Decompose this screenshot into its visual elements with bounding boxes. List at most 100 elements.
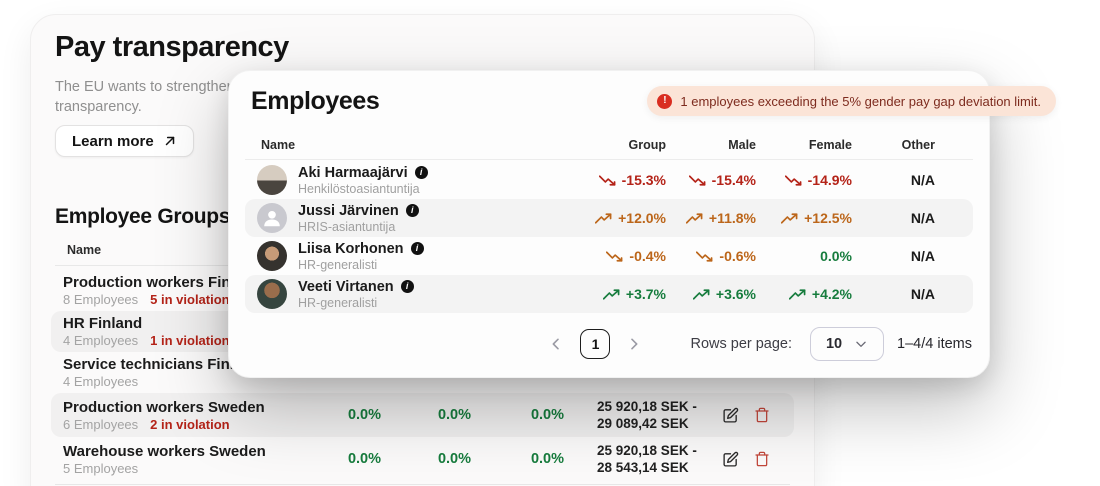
rows-per-page-select[interactable]: 10 [810, 327, 885, 361]
trending-down-icon [606, 250, 623, 262]
avatar [257, 165, 287, 195]
person-silhouette-icon [264, 210, 280, 227]
gap-group: +12.0% [595, 210, 666, 226]
trending-down-icon [598, 174, 616, 186]
group-employee-count: 5 Employees [63, 460, 139, 476]
avatar [257, 279, 287, 309]
employee-role: Henkilöstoasiantuntija [298, 181, 420, 196]
employee-row-veeti-virtanen[interactable]: Veeti Virtanen HR-generalisti +3.7% +3.6… [245, 275, 973, 313]
trending-up-icon [595, 212, 612, 224]
items-count: 1–4/4 items [897, 336, 972, 352]
learn-more-button[interactable]: Learn more [55, 125, 194, 157]
column-group: Group [628, 138, 667, 152]
group-name: Warehouse workers Sweden [63, 442, 266, 460]
group-employee-count: 6 Employees [63, 416, 139, 432]
gap-female: 0.0% [820, 248, 852, 264]
group-salary-range: 25 920,18 SEK - 29 089,42 SEK [597, 399, 697, 431]
column-male: Male [728, 138, 756, 152]
edit-icon[interactable] [722, 451, 739, 468]
divider [245, 159, 973, 160]
exclamation-circle-icon [657, 93, 673, 109]
info-icon[interactable] [414, 166, 428, 179]
employee-name: Veeti Virtanen [298, 278, 394, 295]
trending-up-icon [781, 212, 798, 224]
employee-row-liisa-korhonen[interactable]: Liisa Korhonen HR-generalisti -0.4% -0.6… [245, 237, 973, 275]
next-page-button[interactable] [622, 332, 646, 356]
pay-gap-alert-badge: 1 employees exceeding the 5% gender pay … [647, 86, 1056, 116]
pagination: 1 Rows per page: 10 1–4/4 items [229, 325, 972, 363]
group-gap-value: 0.0% [437, 451, 471, 467]
employee-name: Liisa Korhonen [298, 240, 404, 257]
arrow-up-right-icon [165, 136, 174, 146]
trending-down-icon [696, 250, 713, 262]
group-salary-range: 25 920,18 SEK - 28 543,14 SEK [597, 443, 697, 475]
divider [55, 484, 790, 485]
trending-down-icon [784, 174, 802, 186]
gap-female: -14.9% [784, 172, 852, 188]
gap-group: +3.7% [602, 286, 666, 302]
column-name: Name [261, 138, 296, 152]
group-row-warehouse-workers-sweden[interactable]: Warehouse workers Sweden 5 Employees 0.0… [51, 437, 794, 481]
chevron-right-icon [631, 338, 638, 350]
chevron-left-icon [553, 338, 560, 350]
employees-table-header: Name Group Male Female Other [245, 133, 973, 157]
gap-female: +12.5% [781, 210, 852, 226]
group-row-production-workers-sweden[interactable]: Production workers Sweden 6 Employees 2 … [51, 393, 794, 437]
info-icon[interactable] [405, 204, 419, 217]
edit-icon[interactable] [722, 407, 739, 424]
gap-other: N/A [910, 286, 935, 302]
group-employee-count: 4 Employees [63, 333, 139, 348]
trending-up-icon [788, 288, 806, 300]
group-employee-count: 4 Employees [63, 374, 139, 389]
group-violation-count: 2 in violation [150, 416, 230, 432]
chevron-down-icon [856, 341, 866, 347]
page-number-button[interactable]: 1 [580, 329, 611, 359]
trending-up-icon [602, 288, 620, 300]
group-gap-value: 0.0% [437, 407, 471, 423]
employee-row-jussi-jarvinen[interactable]: Jussi Järvinen HRIS-asiantuntija +12.0% … [245, 199, 973, 237]
gap-other: N/A [910, 248, 935, 264]
gap-male: -15.4% [688, 172, 756, 188]
groups-name-header: Name [67, 243, 102, 257]
avatar [257, 203, 287, 233]
avatar [257, 241, 287, 271]
group-gap-value: 0.0% [530, 407, 564, 423]
screen: Pay transparency The EU wants to strengt… [0, 0, 1100, 486]
group-violation-count: 1 in violation [150, 333, 230, 348]
group-gap-value: 0.0% [347, 451, 381, 467]
employee-row-aki-harmaajarvi[interactable]: Aki Harmaajärvi Henkilöstoasiantuntija -… [245, 161, 973, 199]
trending-up-icon [685, 212, 703, 224]
employee-name: Aki Harmaajärvi [298, 164, 408, 181]
gap-other: N/A [910, 172, 935, 188]
employees-card: Employees 1 employees exceeding the 5% g… [228, 70, 1056, 378]
gap-male: +3.6% [692, 286, 756, 302]
info-icon[interactable] [410, 242, 424, 255]
trending-down-icon [688, 174, 706, 186]
gap-male: -0.6% [696, 248, 756, 264]
gap-female: +4.2% [788, 286, 852, 302]
trending-up-icon [692, 288, 710, 300]
page-title: Pay transparency [55, 31, 289, 63]
trash-icon[interactable] [754, 407, 770, 423]
alert-text: 1 employees exceeding the 5% gender pay … [680, 93, 1041, 109]
column-female: Female [808, 138, 852, 152]
employees-title: Employees [251, 87, 380, 115]
employee-name: Jussi Järvinen [298, 202, 399, 219]
gap-group: -15.3% [598, 172, 666, 188]
group-gap-value: 0.0% [347, 407, 381, 423]
trash-icon[interactable] [754, 451, 770, 467]
employees-table: Aki Harmaajärvi Henkilöstoasiantuntija -… [229, 161, 989, 313]
employee-role: HRIS-asiantuntija [298, 219, 396, 234]
group-violation-count: 5 in violation [150, 292, 230, 307]
rows-per-page-label: Rows per page: [690, 336, 793, 352]
info-icon[interactable] [400, 280, 414, 293]
group-gap-value: 0.0% [530, 451, 564, 467]
group-name: Production workers Sweden [63, 398, 265, 416]
previous-page-button[interactable] [544, 332, 568, 356]
group-employee-count: 8 Employees [63, 292, 139, 307]
employee-role: HR-generalisti [298, 257, 378, 272]
column-other: Other [901, 138, 935, 152]
employee-role: HR-generalisti [298, 295, 378, 310]
gap-other: N/A [910, 210, 935, 226]
gap-group: -0.4% [606, 248, 666, 264]
